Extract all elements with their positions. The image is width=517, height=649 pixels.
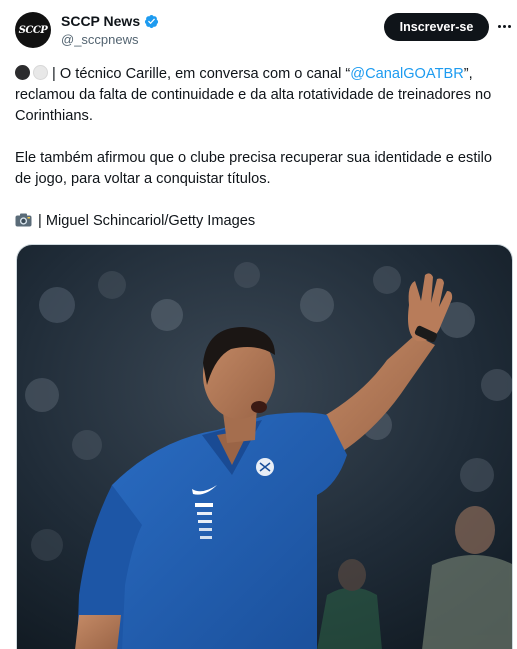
- more-options-icon[interactable]: [494, 16, 514, 36]
- tweet-paragraph-1: | O técnico Carille, em conversa com o c…: [15, 64, 505, 127]
- tweet-header: SCCP SCCP News @_sccpnews Inscrever-se: [0, 0, 517, 60]
- author-info: SCCP News @_sccpnews: [61, 12, 159, 47]
- subscribe-button[interactable]: Inscrever-se: [384, 13, 489, 41]
- tweet-media-photo[interactable]: [16, 244, 513, 649]
- tweet-text: | O técnico Carille, em conversa com o c…: [15, 64, 505, 232]
- avatar-text: SCCP: [18, 24, 48, 36]
- mention-link[interactable]: @CanalGOATBR: [350, 66, 464, 82]
- coach-photo: [17, 245, 512, 649]
- tweet-text-part: | O técnico Carille, em conversa com o c…: [48, 66, 351, 82]
- account-handle[interactable]: @_sccpnews: [61, 32, 159, 47]
- display-name[interactable]: SCCP News: [61, 13, 140, 29]
- camera-icon: [15, 213, 32, 227]
- photo-credit-text: | Miguel Schincariol/Getty Images: [34, 213, 256, 229]
- photo-credit: | Miguel Schincariol/Getty Images: [15, 211, 505, 232]
- white-circle-icon: [33, 65, 48, 80]
- avatar[interactable]: SCCP: [15, 12, 51, 48]
- black-circle-icon: [15, 65, 30, 80]
- name-row: SCCP News: [61, 12, 159, 30]
- verified-badge-icon: [145, 14, 159, 28]
- tweet-paragraph-2: Ele também afirmou que o clube precisa r…: [15, 150, 492, 187]
